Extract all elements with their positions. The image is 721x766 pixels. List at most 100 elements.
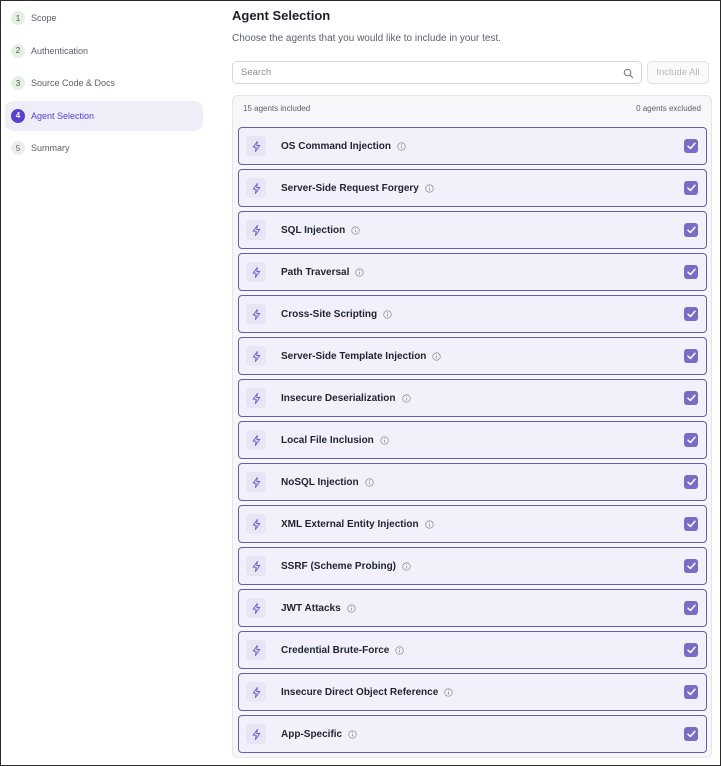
bolt-icon — [252, 224, 260, 236]
agent-card[interactable]: OS Command Injection — [238, 127, 707, 165]
step-number: 4 — [11, 108, 25, 123]
info-icon[interactable] — [355, 267, 365, 277]
agent-name: SSRF (Scheme Probing) — [281, 560, 397, 572]
agent-card[interactable]: XML External Entity Injection — [238, 505, 707, 543]
check-icon — [686, 562, 696, 570]
bolt-icon — [252, 350, 260, 362]
agent-checkbox[interactable] — [684, 181, 698, 195]
agent-card[interactable]: Local File Inclusion — [238, 421, 707, 459]
agent-card[interactable]: SSRF (Scheme Probing) — [238, 547, 707, 585]
agent-icon-box — [246, 430, 266, 450]
agent-name: Credential Brute-Force — [281, 644, 390, 656]
agent-checkbox[interactable] — [684, 433, 698, 447]
agent-count-header: 15 agents included 0 agents excluded — [243, 104, 701, 116]
agent-checkbox[interactable] — [684, 601, 698, 615]
agent-card[interactable]: Server-Side Request Forgery — [238, 169, 707, 207]
agent-checkbox[interactable] — [684, 643, 698, 657]
agent-name: Local File Inclusion — [281, 434, 374, 446]
excluded-count: 0 agents excluded — [636, 104, 701, 113]
info-icon[interactable] — [347, 603, 356, 613]
info-icon[interactable] — [383, 309, 392, 319]
agent-card[interactable]: Cross-Site Scripting — [238, 295, 707, 333]
agent-icon-box — [246, 556, 266, 576]
step-summary[interactable]: 5 Summary — [5, 133, 203, 163]
agent-checkbox[interactable] — [684, 223, 698, 237]
step-label: Authentication — [31, 45, 89, 56]
search-input[interactable] — [233, 62, 613, 83]
info-icon[interactable] — [364, 477, 374, 487]
check-icon — [686, 520, 696, 528]
agent-card[interactable]: Server-Side Template Injection — [238, 337, 707, 375]
agent-card[interactable]: Credential Brute-Force — [238, 631, 707, 669]
step-authentication[interactable]: 2 Authentication — [5, 36, 203, 66]
agent-card[interactable]: JWT Attacks — [238, 589, 707, 627]
bolt-icon — [252, 182, 260, 194]
info-icon[interactable] — [424, 519, 434, 529]
agent-checkbox[interactable] — [684, 475, 698, 489]
step-number: 2 — [11, 43, 25, 58]
bolt-icon — [252, 266, 260, 278]
bolt-icon — [252, 308, 260, 320]
agent-checkbox[interactable] — [684, 727, 698, 741]
step-agent-selection[interactable]: 4 Agent Selection — [5, 100, 203, 131]
bolt-icon — [252, 518, 260, 530]
step-number: 1 — [11, 11, 25, 25]
check-icon — [686, 268, 696, 276]
check-icon — [686, 730, 696, 738]
agent-card[interactable]: SQL Injection — [238, 211, 707, 249]
search-box — [232, 61, 642, 84]
info-icon[interactable] — [444, 687, 453, 697]
agent-card[interactable]: Insecure Deserialization — [238, 379, 707, 417]
check-icon — [686, 478, 696, 486]
search-icon[interactable] — [623, 68, 634, 79]
info-icon[interactable] — [401, 393, 411, 403]
agent-checkbox[interactable] — [684, 391, 698, 405]
info-icon[interactable] — [380, 435, 389, 445]
page-subtitle: Choose the agents that you would like to… — [232, 33, 502, 44]
agent-icon-box — [246, 514, 266, 534]
bolt-icon — [252, 602, 260, 614]
agent-checkbox[interactable] — [684, 559, 698, 573]
info-icon[interactable] — [402, 561, 411, 571]
page-title: Agent Selection — [232, 8, 331, 23]
step-source-code-docs[interactable]: 3 Source Code & Docs — [5, 68, 203, 98]
agent-card[interactable]: Insecure Direct Object Reference — [238, 673, 707, 711]
info-icon[interactable] — [395, 645, 404, 655]
check-icon — [686, 394, 696, 402]
info-icon[interactable] — [397, 141, 406, 151]
info-icon[interactable] — [425, 183, 434, 193]
wizard-steps: 1 Scope 2 Authentication 3 Source Code &… — [5, 3, 203, 166]
agent-checkbox[interactable] — [684, 265, 698, 279]
agent-name: App-Specific — [281, 728, 343, 740]
info-icon[interactable] — [348, 729, 357, 739]
agent-icon-box — [246, 472, 266, 492]
agent-checkbox[interactable] — [684, 517, 698, 531]
agent-name: OS Command Injection — [281, 140, 392, 152]
agent-checkbox[interactable] — [684, 349, 698, 363]
agent-card[interactable]: Path Traversal — [238, 253, 707, 291]
agent-checkbox[interactable] — [684, 685, 698, 699]
agent-name: Cross-Site Scripting — [281, 308, 378, 320]
bolt-icon — [252, 476, 260, 488]
check-icon — [686, 688, 696, 696]
step-number: 5 — [11, 141, 25, 155]
agent-icon-box — [246, 220, 266, 240]
step-scope[interactable]: 1 Scope — [5, 3, 203, 33]
bolt-icon — [252, 140, 260, 152]
include-all-button[interactable]: Include All — [647, 61, 709, 84]
agent-card[interactable]: App-Specific — [238, 715, 707, 753]
included-count: 15 agents included — [243, 104, 311, 113]
info-icon[interactable] — [351, 225, 360, 235]
agent-checkbox[interactable] — [684, 139, 698, 153]
agent-icon-box — [246, 136, 266, 156]
check-icon — [686, 310, 696, 318]
info-icon[interactable] — [432, 351, 442, 361]
agent-name: Path Traversal — [281, 266, 350, 278]
agent-icon-box — [246, 346, 266, 366]
agent-icon-box — [246, 598, 266, 618]
agent-card[interactable]: NoSQL Injection — [238, 463, 707, 501]
bolt-icon — [252, 644, 260, 656]
agent-checkbox[interactable] — [684, 307, 698, 321]
agent-icon-box — [246, 682, 266, 702]
bolt-icon — [252, 728, 260, 740]
